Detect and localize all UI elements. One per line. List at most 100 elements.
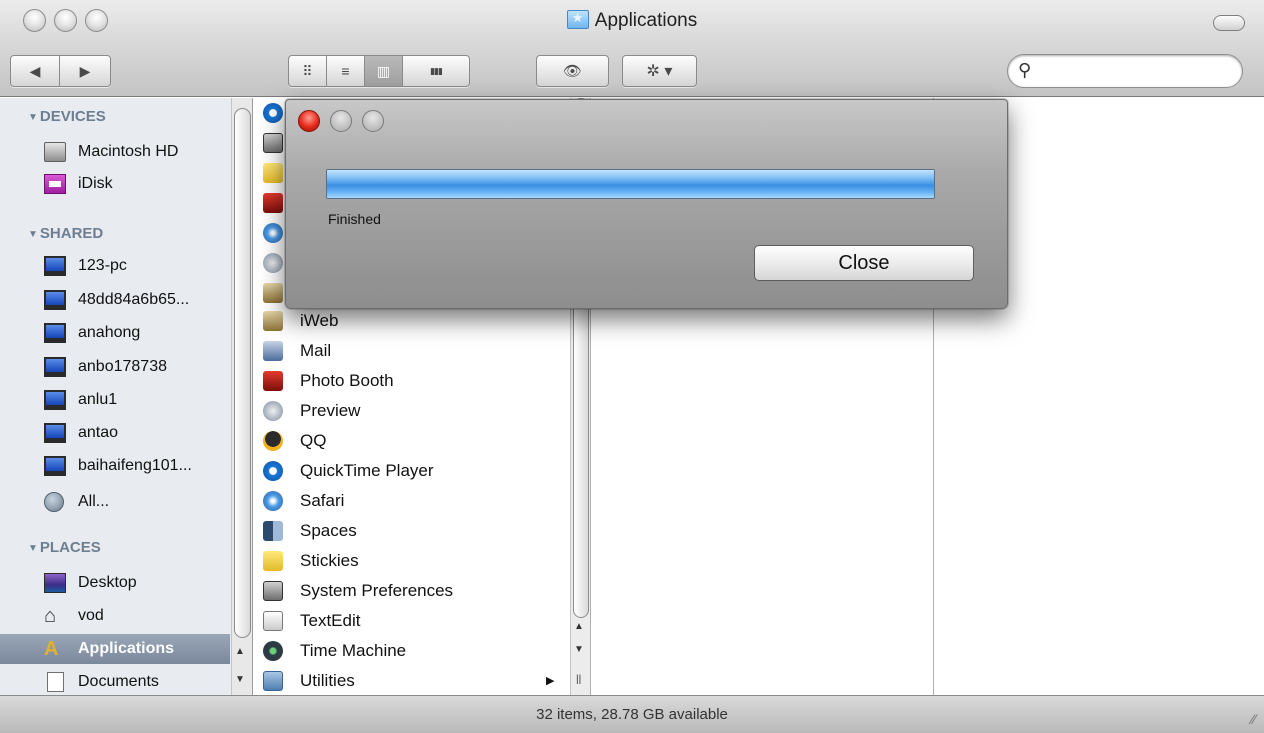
sidebar-scrollbar[interactable]: ▲ ▼: [231, 98, 252, 695]
sidebar-item-anlu1[interactable]: anlu1: [0, 385, 230, 415]
stickies-icon: [263, 551, 283, 571]
window-resize-grip-icon[interactable]: ⁄⁄: [1251, 711, 1256, 727]
dialog-close-button[interactable]: [298, 110, 320, 132]
forward-button[interactable]: ▶: [59, 55, 111, 87]
sidebar-item-label: Desktop: [78, 574, 137, 591]
column-view-icon: ▥: [376, 62, 391, 79]
list-item-spaces[interactable]: Spaces: [254, 516, 570, 546]
action-menu-button[interactable]: ✲ ▾: [622, 55, 697, 87]
sidebar-section-shared[interactable]: ▼ SHARED: [28, 225, 103, 242]
sidebar-item-macintosh-hd[interactable]: Macintosh HD: [0, 137, 230, 167]
sidebar-item-label: 123-pc: [78, 257, 127, 274]
sidebar: ▼ DEVICES Macintosh HD iDisk ▼ SHARED 123-…: [0, 98, 253, 695]
quick-look-button[interactable]: 👁: [536, 55, 609, 87]
list-item-label: Safari: [300, 491, 345, 510]
list-item-label: Preview: [300, 401, 361, 420]
view-as-cover-flow-button[interactable]: ▮▮▮: [402, 55, 470, 87]
list-item-textedit[interactable]: TextEdit: [254, 606, 570, 636]
sidebar-item-anbo178738[interactable]: anbo178738: [0, 352, 230, 382]
sidebar-item-all[interactable]: All...: [0, 487, 230, 517]
view-as-list-button[interactable]: ≡: [326, 55, 365, 87]
window-toolbar: Applications ◀ ▶ ⠿ ≡ ▥ ▮▮▮ 👁 ✲ ▾ ⚲: [0, 0, 1264, 97]
view-as-columns-button[interactable]: ▥: [364, 55, 403, 87]
sidebar-item-applications[interactable]: A Applications: [0, 634, 230, 664]
view-as-icons-button[interactable]: ⠿: [288, 55, 327, 87]
list-item-label: QQ: [300, 431, 327, 450]
back-button[interactable]: ◀: [10, 55, 60, 87]
home-icon: ⌂: [44, 605, 57, 627]
sidebar-item-label: iDisk: [78, 175, 113, 192]
sidebar-item-123-pc[interactable]: 123-pc: [0, 251, 230, 281]
list-item-utilities[interactable]: Utilities ▶: [254, 666, 570, 695]
sidebar-item-anahong[interactable]: anahong: [0, 318, 230, 348]
sidebar-item-label: anbo178738: [78, 358, 167, 375]
qq-icon: [263, 431, 283, 451]
list-item-stickies[interactable]: Stickies: [254, 546, 570, 576]
dialog-zoom-button[interactable]: [362, 110, 384, 132]
list-item-iweb[interactable]: iWeb: [254, 306, 570, 336]
disclosure-arrow-icon: ▶: [546, 675, 555, 687]
list-item-label: QuickTime Player: [300, 461, 434, 480]
scroll-up-arrow-icon[interactable]: ▲: [235, 646, 245, 657]
scroll-down-arrow-icon[interactable]: ▼: [235, 674, 245, 685]
list-item-label: Stickies: [300, 551, 359, 570]
pc-icon: [44, 357, 66, 377]
pc-icon: [44, 256, 66, 276]
sidebar-scroll-thumb[interactable]: [234, 108, 251, 638]
pc-icon: [44, 423, 66, 443]
list-item-label: Mail: [300, 341, 332, 360]
list-item-safari[interactable]: Safari: [254, 486, 570, 516]
mail-icon: [263, 341, 283, 361]
sidebar-item-label: antao: [78, 424, 119, 441]
safari-icon: [263, 491, 283, 511]
sidebar-item-idisk[interactable]: iDisk: [0, 169, 230, 199]
sidebar-item-baihaifeng101[interactable]: baihaifeng101...: [0, 451, 230, 481]
search-field[interactable]: ⚲: [1007, 54, 1243, 88]
hard-drive-icon: [44, 142, 66, 162]
app-icon: [263, 103, 283, 123]
utilities-folder-icon: [263, 671, 283, 691]
list-item-qq[interactable]: QQ: [254, 426, 570, 456]
sidebar-item-48dd84a6b65[interactable]: 48dd84a6b65...: [0, 285, 230, 315]
sidebar-item-label: Documents: [78, 673, 159, 690]
list-item-quicktime-player[interactable]: QuickTime Player: [254, 456, 570, 486]
list-item-label: iWeb: [300, 311, 339, 330]
disclosure-triangle-icon: ▼: [28, 112, 38, 123]
column-resize-grip-icon[interactable]: ||: [576, 674, 581, 685]
list-item-system-preferences[interactable]: System Preferences: [254, 576, 570, 606]
list-item-preview[interactable]: Preview: [254, 396, 570, 426]
disclosure-triangle-icon: ▼: [28, 229, 38, 240]
sidebar-item-label: baihaifeng101...: [78, 457, 192, 474]
cover-flow-icon: ▮▮▮: [430, 65, 443, 76]
status-text: 32 items, 28.78 GB available: [536, 706, 728, 723]
scroll-down-arrow-icon[interactable]: ▼: [574, 644, 584, 655]
sidebar-section-devices[interactable]: ▼ DEVICES: [28, 108, 106, 125]
iweb-icon: [263, 311, 283, 331]
list-item-time-machine[interactable]: Time Machine: [254, 636, 570, 666]
search-input[interactable]: [1038, 61, 1228, 81]
sidebar-item-antao[interactable]: antao: [0, 418, 230, 448]
dialog-minimize-button[interactable]: [330, 110, 352, 132]
sidebar-item-label: Applications: [78, 640, 175, 657]
scroll-up-arrow-icon[interactable]: ▲: [574, 621, 584, 632]
list-item-mail[interactable]: Mail: [254, 336, 570, 366]
app-icon: [263, 193, 283, 213]
forward-arrow-icon: ▶: [79, 62, 91, 79]
progress-dialog: Finished Close: [285, 99, 1008, 309]
sidebar-section-places[interactable]: ▼ PLACES: [28, 539, 101, 556]
photo-booth-icon: [263, 371, 283, 391]
sidebar-item-documents[interactable]: Documents: [0, 667, 230, 695]
textedit-icon: [263, 611, 283, 631]
sidebar-item-desktop[interactable]: Desktop: [0, 568, 230, 598]
pc-icon: [44, 323, 66, 343]
sidebar-item-vod[interactable]: ⌂ vod: [0, 601, 230, 631]
close-button[interactable]: Close: [754, 245, 974, 281]
app-icon: [263, 223, 283, 243]
progress-bar-fill: [327, 170, 934, 198]
pc-icon: [44, 390, 66, 410]
list-view-icon: ≡: [341, 63, 350, 79]
list-item-photo-booth[interactable]: Photo Booth: [254, 366, 570, 396]
quicktime-icon: [263, 461, 283, 481]
app-icon: [263, 133, 283, 153]
toolbar-toggle-button[interactable]: [1213, 15, 1245, 31]
